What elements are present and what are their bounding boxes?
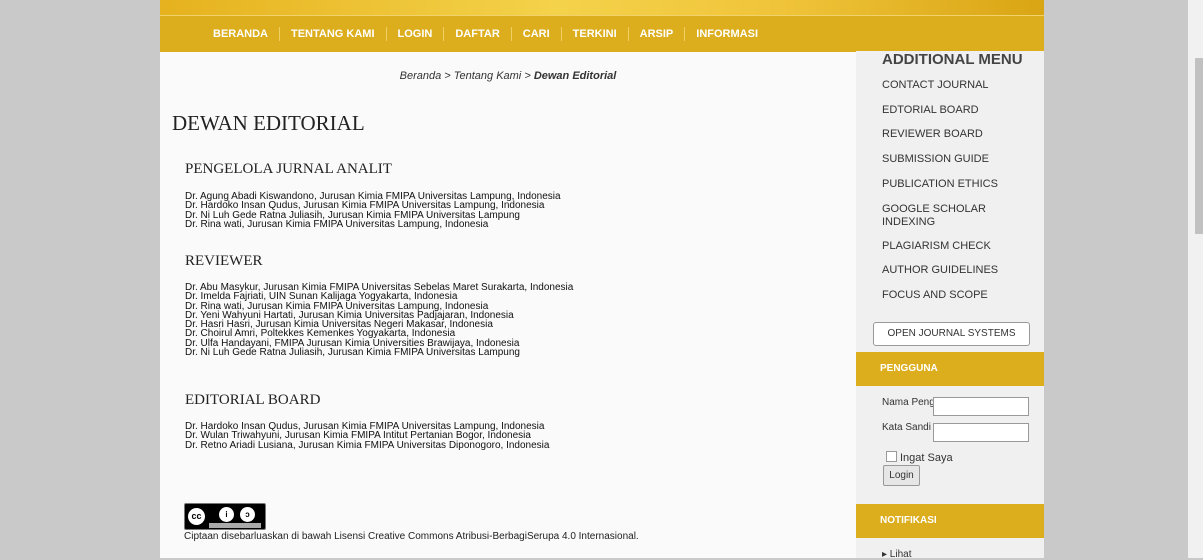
menu-google-scholar-indexing[interactable]: GOOGLE SCHOLAR INDEXING	[882, 203, 1032, 229]
pengelola-list: Dr. Agung Abadi Kiswandono, Jurusan Kimi…	[185, 191, 561, 230]
password-input[interactable]	[933, 423, 1029, 442]
sidebar: ADDITIONAL MENU CONTACT JOURNAL EDTORIAL…	[856, 51, 1044, 560]
menu-editorial-board[interactable]: EDTORIAL BOARD	[882, 104, 1032, 117]
reviewer-list: Dr. Abu Masykur, Jurusan Kimia FMIPA Uni…	[185, 282, 573, 359]
section-heading-editorial-board: EDITORIAL BOARD	[185, 392, 321, 408]
scrollbar-thumb[interactable]	[1195, 58, 1203, 234]
list-item: Dr. Rina wati, Jurusan Kimia FMIPA Unive…	[185, 218, 489, 230]
list-item: Dr. Ni Luh Gede Ratna Juliasih, Jurusan …	[185, 347, 520, 359]
menu-plagiarism-check[interactable]: PLAGIARISM CHECK	[882, 240, 1032, 253]
nav-login[interactable]: LOGIN	[387, 27, 445, 41]
license-text: Ciptaan disebarluaskan di bawah Lisensi …	[184, 531, 639, 542]
cc-license-badge[interactable]: cc i ↄ	[184, 503, 266, 530]
breadcrumb-home[interactable]: Beranda	[400, 70, 442, 82]
menu-focus-and-scope[interactable]: FOCUS AND SCOPE	[882, 289, 1032, 302]
nav-cari[interactable]: CARI	[512, 27, 562, 41]
nav-terkini[interactable]: TERKINI	[562, 27, 629, 41]
remember-me-label: Ingat Saya	[900, 452, 953, 464]
nav-tentang-kami[interactable]: TENTANG KAMI	[280, 27, 387, 41]
nav-list: BERANDA TENTANG KAMI LOGIN DAFTAR CARI T…	[202, 16, 769, 52]
breadcrumb-separator: >	[521, 70, 534, 82]
nav-daftar[interactable]: DAFTAR	[444, 27, 512, 41]
badge-bar	[209, 523, 261, 528]
menu-publication-ethics[interactable]: PUBLICATION ETHICS	[882, 178, 1032, 191]
breadcrumb-current: Dewan Editorial	[533, 70, 617, 82]
menu-submission-guide[interactable]: SUBMISSION GUIDE	[882, 153, 1032, 166]
breadcrumb-parent[interactable]: Tentang Kami	[454, 70, 521, 82]
editorial-board-list: Dr. Hardoko Insan Qudus, Jurusan Kimia F…	[185, 421, 550, 451]
notifikasi-block-header: NOTIFIKASI	[856, 504, 1044, 538]
password-label: Kata Sandi	[882, 422, 931, 433]
cc-icon: cc	[188, 508, 205, 525]
share-alike-icon: ↄ	[240, 507, 255, 522]
remember-me-checkbox[interactable]	[886, 451, 897, 462]
attribution-icon: i	[219, 507, 234, 522]
additional-menu-title: ADDITIONAL MENU	[882, 51, 1023, 68]
pengguna-block-header: PENGGUNA	[856, 352, 1044, 386]
main-content: Beranda > Tentang Kami > Dewan Editorial…	[160, 51, 856, 558]
nav-arsip[interactable]: ARSIP	[629, 27, 686, 41]
section-heading-pengelola: PENGELOLA JURNAL ANALIT	[185, 161, 392, 177]
menu-reviewer-board[interactable]: REVIEWER BOARD	[882, 128, 1032, 141]
open-journal-systems-button[interactable]: OPEN JOURNAL SYSTEMS	[873, 322, 1030, 346]
main-navbar: BERANDA TENTANG KAMI LOGIN DAFTAR CARI T…	[160, 15, 1044, 52]
login-button[interactable]: Login	[883, 465, 920, 486]
page-title: DEWAN EDITORIAL	[172, 111, 365, 135]
page-container: BERANDA TENTANG KAMI LOGIN DAFTAR CARI T…	[160, 0, 1044, 560]
section-heading-reviewer: REVIEWER	[185, 253, 263, 269]
menu-contact-journal[interactable]: CONTACT JOURNAL	[882, 79, 1032, 92]
username-input[interactable]	[933, 397, 1029, 416]
list-item: Dr. Retno Ariadi Lusiana, Jurusan Kimia …	[185, 439, 550, 451]
notifikasi-view-link[interactable]: ▸ Lihat	[882, 549, 911, 560]
nav-beranda[interactable]: BERANDA	[202, 27, 280, 41]
breadcrumb: Beranda > Tentang Kami > Dewan Editorial	[160, 70, 856, 82]
nav-informasi[interactable]: INFORMASI	[685, 27, 769, 41]
breadcrumb-separator: >	[441, 70, 454, 82]
menu-author-guidelines[interactable]: AUTHOR GUIDELINES	[882, 264, 1032, 277]
header-banner	[160, 0, 1044, 15]
